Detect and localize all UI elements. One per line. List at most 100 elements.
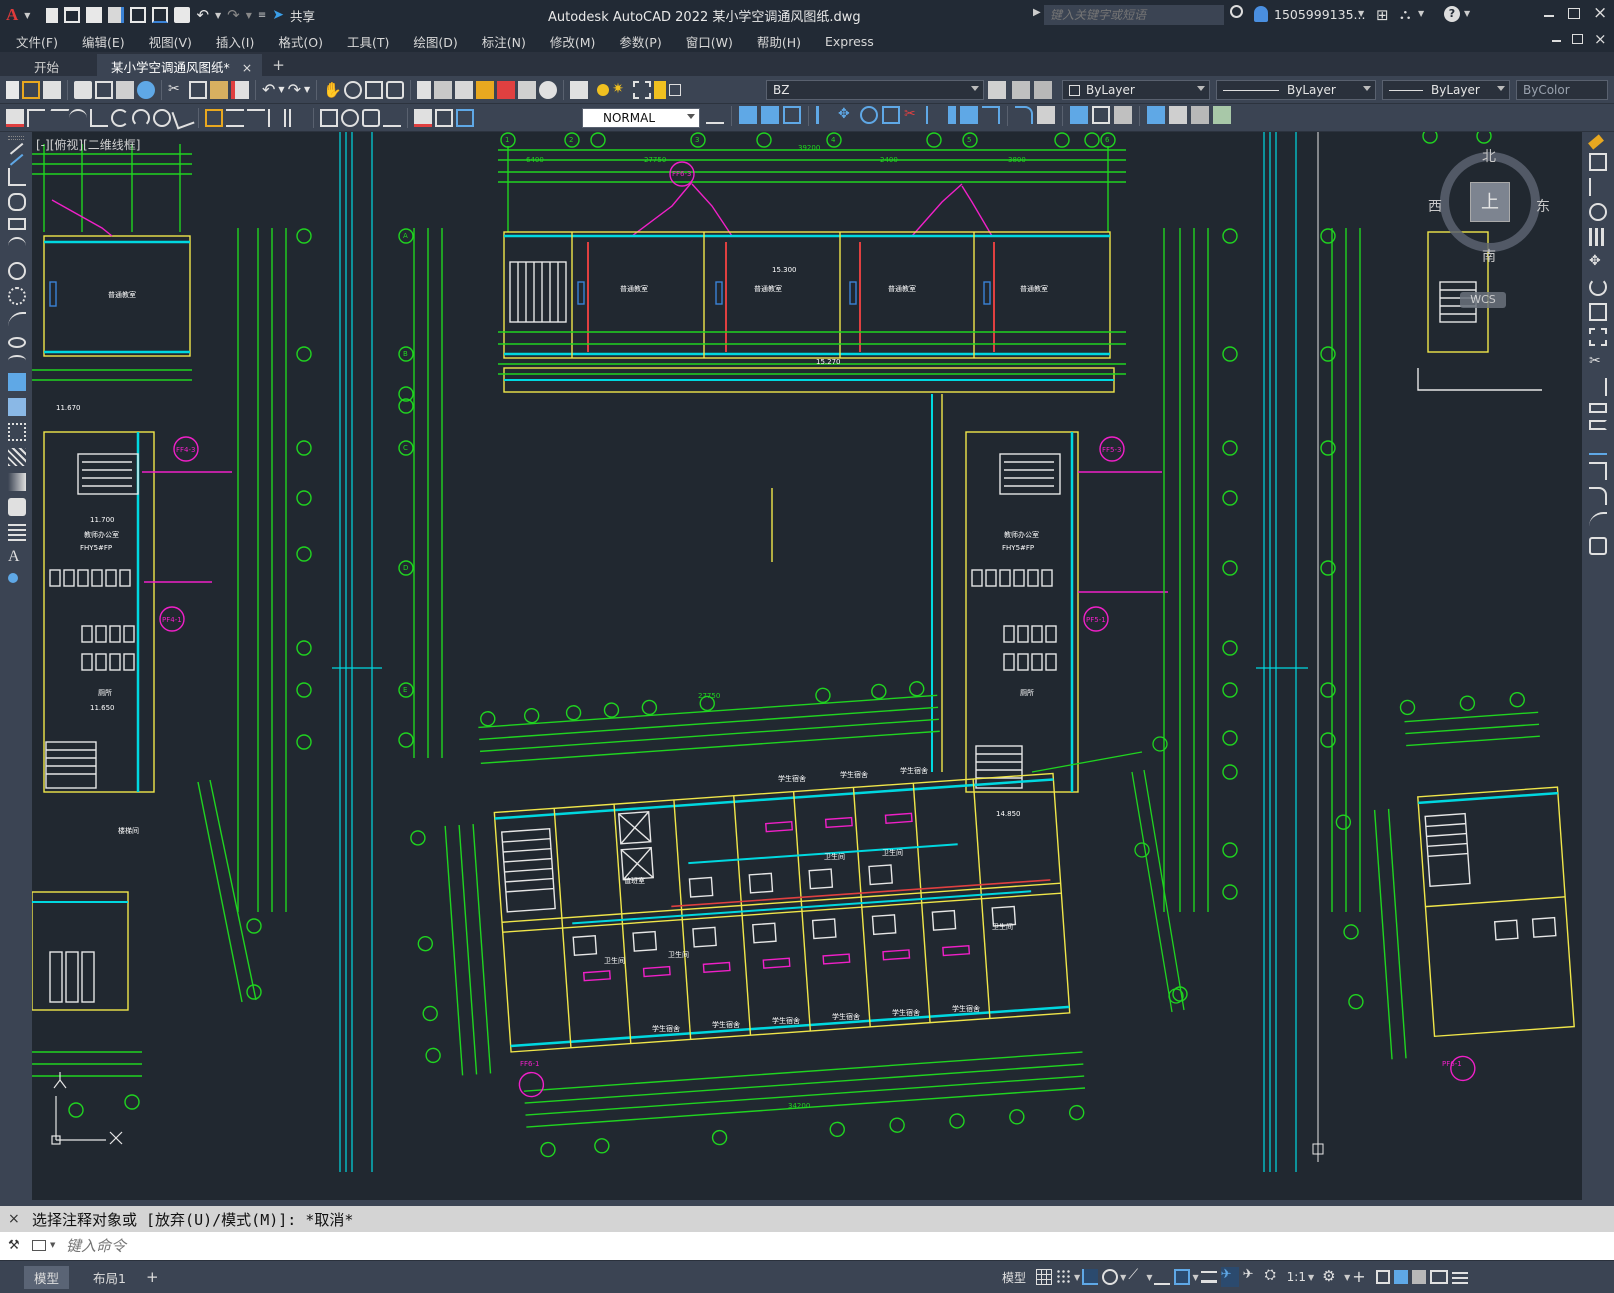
paste-icon[interactable] [210, 80, 228, 99]
scale-icon[interactable] [882, 106, 900, 124]
search-input[interactable] [1044, 5, 1224, 25]
save-toolbar-icon[interactable] [43, 80, 61, 99]
compass-south[interactable]: 南 [1482, 246, 1496, 266]
doc-minimize-icon[interactable] [1552, 40, 1561, 42]
open-icon[interactable] [22, 80, 40, 99]
clean-screen-icon[interactable] [1430, 1270, 1449, 1284]
dim-jogged-icon[interactable] [132, 108, 150, 127]
graphics-performance-icon[interactable] [1412, 1270, 1427, 1284]
help-toolbar-icon[interactable] [539, 80, 558, 99]
menu-window[interactable]: 窗口(W) [674, 32, 745, 51]
edit-hatch-icon[interactable] [1213, 106, 1231, 124]
model-space-toggle[interactable]: 模型 [1002, 1269, 1026, 1286]
sheet-set-icon[interactable] [476, 80, 495, 99]
wcs-menu[interactable]: WCS [1460, 292, 1506, 308]
lengthen-icon[interactable] [1114, 106, 1132, 124]
view-cube[interactable]: 北 南 东 西 上 WCS [1428, 149, 1580, 410]
menu-draw[interactable]: 绘图(D) [401, 32, 469, 51]
isodraft-icon[interactable]: ⟋ [1128, 1267, 1144, 1287]
gradient-icon[interactable] [8, 473, 26, 491]
dim-text-edit-icon[interactable] [435, 108, 453, 127]
dim-ordinate-icon[interactable] [90, 108, 108, 127]
stretch-palette-icon[interactable] [1589, 328, 1607, 346]
point-icon[interactable] [8, 423, 26, 441]
blend-palette-icon[interactable] [1589, 512, 1607, 530]
arc-icon[interactable] [8, 237, 26, 255]
osnap-dropdown-icon[interactable]: ▼ [1192, 1273, 1198, 1282]
menu-express[interactable]: Express [813, 34, 886, 49]
layer-freeze-icon[interactable]: ✷ [612, 81, 630, 99]
menu-help[interactable]: 帮助(H) [745, 32, 813, 51]
grid-icon[interactable] [1036, 1269, 1053, 1285]
user-icon[interactable] [1254, 6, 1268, 22]
3d-print-icon[interactable] [137, 80, 155, 99]
doc-restore-icon[interactable] [1572, 34, 1583, 44]
layer-viewport-icon[interactable] [633, 80, 652, 99]
polygon-icon[interactable] [8, 193, 26, 211]
dim-aligned-icon[interactable] [44, 108, 70, 127]
cut-icon[interactable]: ✂ [168, 81, 186, 99]
copy-icon[interactable] [189, 80, 207, 99]
break-palette-icon[interactable] [1589, 420, 1607, 430]
autocad-logo-icon[interactable]: A [6, 5, 18, 25]
close-window-icon[interactable]: × [1593, 3, 1607, 23]
rectangle-icon[interactable] [8, 218, 26, 230]
align-icon[interactable] [1147, 106, 1165, 124]
add-layout-button[interactable]: + [136, 1266, 169, 1288]
menu-dimension[interactable]: 标注(N) [470, 32, 538, 51]
trim-palette-icon[interactable]: ✂ [1589, 353, 1607, 371]
break-icon[interactable] [948, 106, 956, 124]
region-icon[interactable] [8, 498, 26, 516]
menu-file[interactable]: 文件(F) [0, 32, 70, 51]
polar-dropdown-icon[interactable]: ▼ [1120, 1273, 1126, 1282]
share-icon[interactable]: ➤ [272, 7, 284, 23]
new-file-icon[interactable] [46, 7, 59, 23]
mirror-palette-icon[interactable] [1589, 178, 1607, 196]
scale-dropdown-icon[interactable]: ▼ [1308, 1273, 1314, 1282]
insert-block-icon[interactable] [8, 373, 26, 391]
pan-icon[interactable]: ✋ [323, 81, 342, 99]
edit-spline-icon[interactable] [1191, 106, 1209, 124]
circle-icon[interactable] [8, 262, 26, 280]
menu-parametric[interactable]: 参数(P) [607, 32, 673, 51]
dimstyle-dropdown[interactable]: NORMAL [582, 108, 700, 128]
move-icon[interactable]: ✥ [838, 106, 856, 124]
join-icon[interactable] [960, 106, 978, 124]
match-properties-icon[interactable] [231, 80, 249, 99]
command-input[interactable] [66, 1237, 966, 1255]
app-menu-chevron-icon[interactable]: ▼ [24, 11, 30, 20]
plotstyle-dropdown[interactable]: ByColor [1516, 80, 1608, 100]
chamfer-icon[interactable] [982, 106, 1000, 124]
design-center-icon[interactable] [434, 80, 453, 99]
command-close-icon[interactable]: × [8, 1211, 20, 1227]
plot-icon[interactable] [174, 7, 191, 23]
new-tab-button[interactable]: + [262, 54, 295, 76]
zoom-window-icon[interactable] [365, 80, 384, 99]
add-selected-icon[interactable] [8, 573, 18, 583]
dim-continue-icon[interactable] [247, 108, 265, 127]
autodesk-app-icon[interactable]: ⛬ [1400, 5, 1411, 23]
explode-palette-icon[interactable] [1589, 537, 1607, 555]
layer-lock-icon[interactable] [654, 80, 667, 99]
object-snap-tracking-icon[interactable] [1154, 1269, 1171, 1285]
dim-baseline-icon[interactable] [226, 108, 244, 127]
multiline-text-icon[interactable]: A [8, 548, 26, 566]
plot-toolbar-icon[interactable] [74, 80, 92, 99]
recent-commands-dropdown-icon[interactable]: ▼ [50, 1241, 55, 1249]
object-snap-icon[interactable] [1174, 1269, 1191, 1285]
user-dropdown-icon[interactable]: ▼ [1358, 9, 1364, 18]
tab-model[interactable]: 模型 [24, 1265, 70, 1289]
apps-dropdown-icon[interactable]: ▼ [1418, 9, 1424, 18]
undo-dropdown-icon[interactable]: ▼ [215, 11, 221, 20]
recent-commands-icon[interactable] [32, 1240, 46, 1251]
workspace-gear-icon[interactable]: ⚙ [1322, 1267, 1342, 1287]
compass-west[interactable]: 西 [1428, 196, 1442, 216]
dim-radius-icon[interactable] [111, 108, 129, 127]
offset-icon[interactable] [783, 106, 801, 124]
rotate-palette-icon[interactable] [1589, 278, 1607, 296]
fillet-icon[interactable] [1015, 106, 1033, 124]
make-current-layer-icon[interactable] [988, 81, 1006, 99]
blend-icon[interactable] [1037, 106, 1055, 124]
array-icon[interactable] [816, 106, 834, 124]
save-as-icon[interactable] [108, 7, 125, 23]
